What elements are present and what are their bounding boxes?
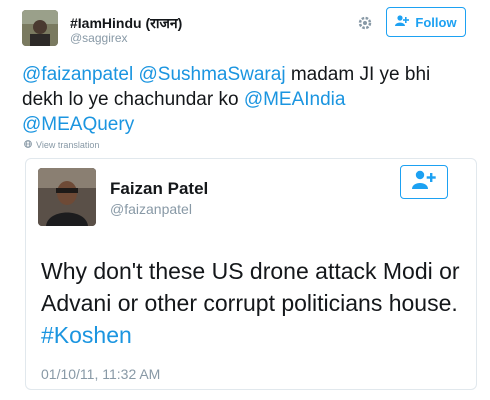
quoted-author-name[interactable]: Faizan Patel: [110, 179, 208, 199]
gear-icon[interactable]: [356, 14, 374, 32]
quoted-tweet-text: Why don't these US drone attack Modi or …: [41, 255, 461, 351]
quoted-body-text: Why don't these US drone attack Modi or …: [41, 258, 460, 316]
add-user-icon: [411, 170, 437, 195]
hashtag-link[interactable]: #Koshen: [41, 322, 132, 348]
follow-button[interactable]: Follow: [386, 7, 466, 37]
quoted-timestamp[interactable]: 01/10/11, 11:32 AM: [41, 366, 160, 382]
mention-link[interactable]: @faizanpatel: [22, 64, 133, 85]
quoted-tweet-card[interactable]: Faizan Patel @faizanpatel Why don't thes…: [25, 158, 477, 390]
follow-label: Follow: [415, 14, 457, 30]
follow-person-icon: [395, 14, 410, 30]
mention-link[interactable]: @MEAQuery: [22, 114, 134, 135]
tweet-text: @faizanpatel @SushmaSwaraj madam JI ye b…: [22, 62, 462, 137]
author-screen-name[interactable]: @saggirex: [70, 31, 128, 45]
mention-link[interactable]: @MEAIndia: [244, 89, 346, 110]
quoted-author-avatar[interactable]: [38, 168, 96, 226]
view-translation-link[interactable]: View translation: [24, 140, 99, 150]
quoted-follow-button[interactable]: [400, 165, 448, 199]
globe-icon: [24, 140, 32, 150]
view-translation-label: View translation: [36, 140, 100, 150]
mention-link[interactable]: @SushmaSwaraj: [138, 64, 285, 85]
quoted-author-handle[interactable]: @faizanpatel: [110, 201, 192, 217]
author-avatar[interactable]: [22, 10, 58, 46]
